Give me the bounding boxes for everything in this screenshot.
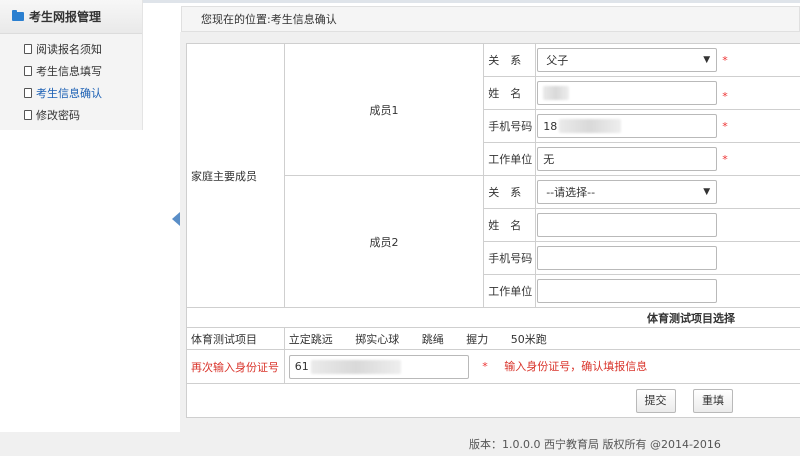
relation-label: 关 系 <box>483 175 537 209</box>
member2-relation-value: --请选择-- <box>546 186 596 199</box>
sports-title-row: 体育测试项目选择 <box>186 307 800 328</box>
sports-item: 握力 <box>466 332 489 346</box>
sidebar-header[interactable]: 考生网报管理 <box>0 0 142 34</box>
member1-relation-value: 父子 <box>546 54 569 67</box>
main-content: 家庭主要成员 成员1 关 系 父子 ▼ * 姓 名 * 手机号码 18 * 工作… <box>180 32 800 432</box>
member1-phone-value: 18 <box>543 119 558 133</box>
idno-input[interactable]: 61 <box>288 354 469 379</box>
sidebar-item-label: 阅读报名须知 <box>36 43 102 56</box>
idno-value: 61 <box>294 360 309 373</box>
work-label: 工作单位 <box>483 142 537 176</box>
redacted-name <box>543 86 570 100</box>
sidebar-item-label: 考生信息确认 <box>36 87 102 100</box>
member1-relation-row: 家庭主要成员 成员1 关 系 父子 ▼ * <box>186 43 800 308</box>
sports-item: 50米跑 <box>510 332 547 346</box>
breadcrumb: 您现在的位置: 考生信息确认 <box>181 6 800 32</box>
sports-item: 立定跳远 <box>288 332 333 346</box>
member1-work-input[interactable] <box>537 147 718 171</box>
work-label: 工作单位 <box>483 274 537 308</box>
document-icon <box>24 110 32 120</box>
sports-items-row: 体育测试项目 立定跳远 掷实心球 跳绳 握力 50米跑 <box>186 327 800 350</box>
redacted-phone <box>559 119 622 133</box>
folder-open-icon <box>12 10 24 21</box>
document-icon <box>24 66 32 76</box>
document-icon <box>24 44 32 54</box>
required-mark: * <box>722 119 728 133</box>
breadcrumb-current: 考生信息确认 <box>270 13 337 26</box>
member1-phone-input[interactable]: 18 <box>537 114 718 138</box>
member2-title: 成员2 <box>283 175 485 308</box>
member2-phone-input[interactable] <box>537 246 718 270</box>
chevron-down-icon: ▼ <box>703 187 711 197</box>
relation-label: 关 系 <box>483 43 537 77</box>
sports-item: 跳绳 <box>421 332 444 346</box>
idno-note: 输入身份证号，确认填报信息 <box>504 360 648 373</box>
name-label: 姓 名 <box>483 208 537 242</box>
member1-title: 成员1 <box>283 43 485 176</box>
required-mark: * <box>722 54 728 67</box>
name-label: 姓 名 <box>483 76 537 110</box>
required-mark: * <box>722 90 728 103</box>
idno-label: 再次输入身份证号 <box>186 349 285 384</box>
sports-section-title: 体育测试项目选择 <box>186 307 800 328</box>
sidebar: 考生网报管理 阅读报名须知 考生信息填写 考生信息确认 修改密码 <box>0 0 143 130</box>
member2-work-input[interactable] <box>537 279 718 303</box>
required-mark: * <box>482 360 488 373</box>
required-mark: * <box>722 153 728 166</box>
button-row: 提交 重填 <box>186 383 800 418</box>
breadcrumb-prefix: 您现在的位置: <box>201 13 271 26</box>
family-section-label: 家庭主要成员 <box>186 43 285 308</box>
sports-item: 掷实心球 <box>355 332 400 346</box>
sidebar-item-label: 修改密码 <box>36 109 80 122</box>
sidebar-item-read-notice[interactable]: 阅读报名须知 <box>0 38 142 60</box>
sidebar-menu: 阅读报名须知 考生信息填写 考生信息确认 修改密码 <box>0 34 142 126</box>
phone-label: 手机号码 <box>483 109 537 143</box>
sidebar-item-change-password[interactable]: 修改密码 <box>0 104 142 126</box>
document-icon <box>24 88 32 98</box>
chevron-down-icon: ▼ <box>703 55 711 65</box>
sidebar-item-fill-info[interactable]: 考生信息填写 <box>0 60 142 82</box>
reset-button[interactable]: 重填 <box>693 388 733 413</box>
sidebar-item-label: 考生信息填写 <box>36 65 102 78</box>
footer: 版本：1.0.0.0 西宁教育局 版权所有 @2014-2016 <box>0 432 800 456</box>
member1-name-input[interactable] <box>537 81 718 105</box>
sidebar-item-confirm-info[interactable]: 考生信息确认 <box>0 82 142 104</box>
submit-button[interactable]: 提交 <box>635 388 676 413</box>
sidebar-title: 考生网报管理 <box>29 10 102 24</box>
phone-label: 手机号码 <box>483 241 537 275</box>
member2-relation-select[interactable]: --请选择-- ▼ <box>537 180 718 204</box>
redacted-idno <box>310 359 401 374</box>
idno-row: 再次输入身份证号 61 * 输入身份证号，确认填报信息 <box>186 349 800 384</box>
sports-label: 体育测试项目 <box>186 327 285 350</box>
confirm-form-table: 家庭主要成员 成员1 关 系 父子 ▼ * 姓 名 * 手机号码 18 * 工作… <box>186 43 800 418</box>
member2-name-input[interactable] <box>537 213 718 237</box>
collapse-sidebar-arrow-icon[interactable] <box>172 212 180 226</box>
member1-relation-select[interactable]: 父子 ▼ <box>537 48 718 72</box>
sports-items-list: 立定跳远 掷实心球 跳绳 握力 50米跑 <box>283 327 800 350</box>
